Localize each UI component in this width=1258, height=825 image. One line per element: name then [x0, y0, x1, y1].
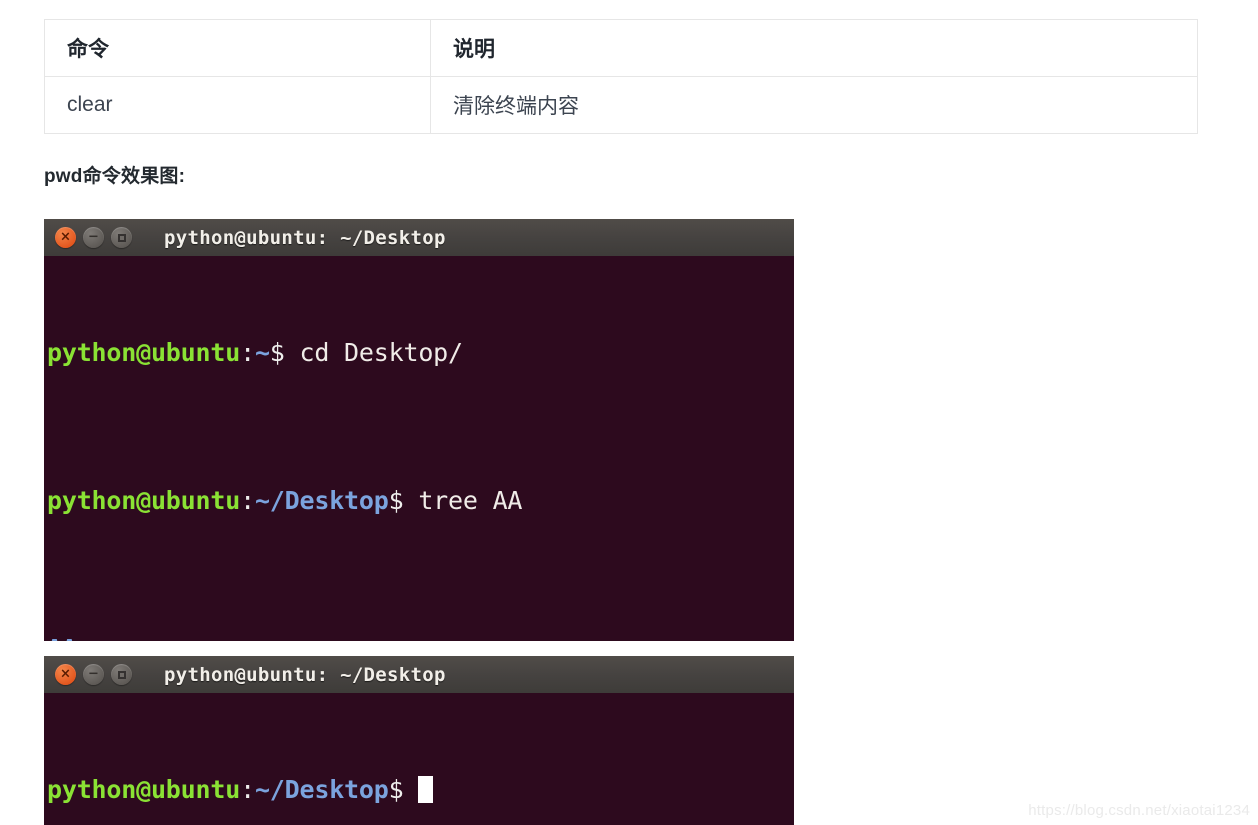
- terminal-screen-2[interactable]: python@ubuntu:~/Desktop$: [44, 693, 794, 825]
- prompt-command: [403, 775, 418, 804]
- prompt-separator: :: [240, 775, 255, 804]
- terminal-line-prompt-empty: python@ubuntu:~/Desktop$: [47, 771, 794, 808]
- page-caption: pwd命令效果图:: [44, 166, 186, 187]
- close-icon[interactable]: ×: [55, 664, 76, 685]
- terminal-window-2[interactable]: × − python@ubuntu: ~/Desktop python@ubun…: [44, 656, 794, 825]
- prompt-user-host: python@ubuntu: [47, 338, 241, 367]
- prompt-command: tree AA: [403, 486, 523, 515]
- table-header-row: 命令 说明: [44, 19, 1198, 77]
- maximize-icon[interactable]: [111, 227, 132, 248]
- terminal-title-1: python@ubuntu: ~/Desktop: [164, 226, 446, 249]
- maximize-icon[interactable]: [111, 664, 132, 685]
- prompt-command: cd Desktop/: [284, 338, 464, 367]
- minimize-glyph: −: [88, 229, 99, 245]
- terminal-window-1[interactable]: × − python@ubuntu: ~/Desktop python@ubun…: [44, 219, 794, 641]
- maximize-square: [117, 233, 126, 242]
- terminal-cursor: [418, 776, 434, 803]
- minimize-glyph: −: [88, 666, 99, 682]
- prompt-path: ~: [254, 338, 270, 367]
- terminal-title-2: python@ubuntu: ~/Desktop: [164, 663, 446, 686]
- close-glyph: ×: [60, 229, 71, 245]
- command-table: 命令 说明 clear 清除终端内容: [44, 19, 1198, 134]
- window-controls-2: × −: [55, 664, 132, 685]
- minimize-icon[interactable]: −: [83, 227, 104, 248]
- prompt-dollar: $: [269, 338, 285, 367]
- table-header-command: 命令: [44, 19, 431, 77]
- maximize-square: [117, 670, 126, 679]
- tree-output-root: AA: [47, 630, 794, 641]
- terminal-titlebar-2[interactable]: × − python@ubuntu: ~/Desktop: [44, 656, 794, 693]
- terminal-titlebar-1[interactable]: × − python@ubuntu: ~/Desktop: [44, 219, 794, 256]
- watermark: https://blog.csdn.net/xiaotai1234: [1028, 802, 1250, 819]
- terminal-screen-1[interactable]: python@ubuntu:~$ cd Desktop/ python@ubun…: [44, 256, 794, 641]
- table-cell-command: clear: [44, 76, 431, 134]
- prompt-dollar: $: [388, 775, 404, 804]
- table-cell-description: 清除终端内容: [430, 76, 1198, 134]
- prompt-dollar: $: [388, 486, 404, 515]
- prompt-path: ~/Desktop: [254, 486, 389, 515]
- prompt-user-host: python@ubuntu: [47, 486, 241, 515]
- prompt-path: ~/Desktop: [254, 775, 389, 804]
- prompt-separator: :: [240, 486, 255, 515]
- window-controls-1: × −: [55, 227, 132, 248]
- close-glyph: ×: [60, 666, 71, 682]
- table-row: clear 清除终端内容: [44, 76, 1198, 134]
- prompt-user-host: python@ubuntu: [47, 775, 241, 804]
- table-header-description: 说明: [430, 19, 1198, 77]
- minimize-icon[interactable]: −: [83, 664, 104, 685]
- close-icon[interactable]: ×: [55, 227, 76, 248]
- terminal-line-prompt-tree: python@ubuntu:~/Desktop$ tree AA: [47, 482, 794, 519]
- prompt-separator: :: [240, 338, 255, 367]
- terminal-line-prompt-cd: python@ubuntu:~$ cd Desktop/: [47, 334, 794, 371]
